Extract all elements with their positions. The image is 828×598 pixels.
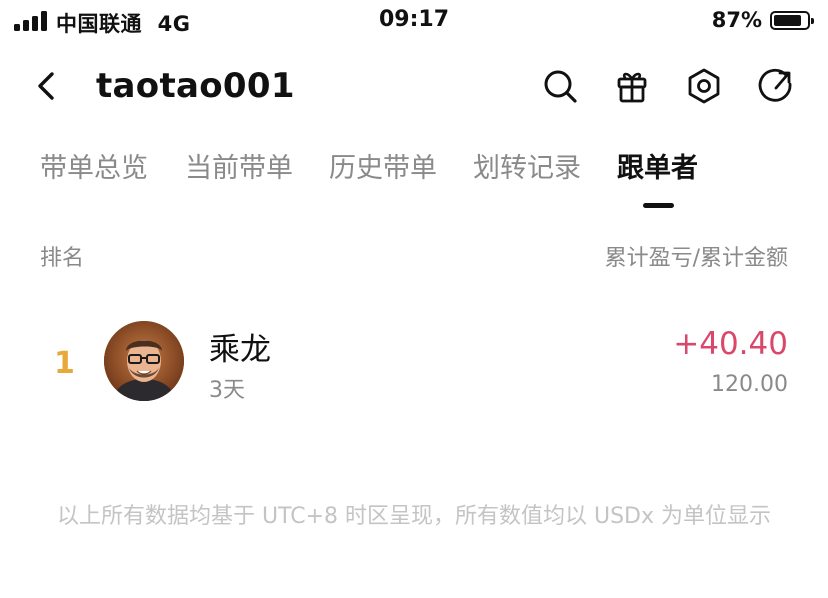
tab-bar: 带单总览 当前带单 历史带单 划转记录 跟单者: [0, 146, 828, 216]
back-arrow-icon: [38, 72, 54, 100]
avatar: [104, 321, 184, 401]
gift-button[interactable]: [612, 66, 652, 106]
follower-row[interactable]: 1 乘龙 3天 +40.40 120.00: [0, 316, 828, 408]
active-tab-indicator: [643, 203, 674, 208]
battery-cap: [811, 18, 814, 24]
page-title: taotao001: [96, 66, 295, 106]
follower-days: 3天: [209, 378, 245, 403]
tab-current-orders[interactable]: 当前带单: [185, 146, 293, 185]
settings-icon: [688, 68, 720, 104]
cumulative-amount: 120.00: [711, 372, 788, 397]
share-icon: [758, 68, 792, 102]
clock: 09:17: [378, 7, 450, 32]
rank-number: 1: [54, 346, 75, 381]
back-button[interactable]: [30, 66, 66, 106]
tab-transfer-records[interactable]: 划转记录: [473, 146, 581, 185]
tab-overview[interactable]: 带单总览: [40, 146, 148, 185]
search-button[interactable]: [540, 66, 580, 106]
tab-followers[interactable]: 跟单者: [617, 146, 698, 185]
battery-fill: [774, 15, 801, 26]
status-bar: 中国联通 4G 09:17 87%: [0, 0, 828, 44]
gift-icon: [617, 72, 647, 103]
avatar-image: [104, 321, 184, 401]
follower-name: 乘龙: [209, 332, 271, 368]
top-bar: taotao001: [0, 58, 828, 118]
share-button[interactable]: [756, 66, 796, 106]
tab-history-orders[interactable]: 历史带单: [329, 146, 437, 185]
battery-percent: 87%: [711, 8, 762, 32]
rank-column-header: 排名: [40, 246, 85, 271]
battery-icon: [770, 11, 814, 30]
settings-button[interactable]: [684, 66, 724, 106]
pnl-column-header: 累计盈亏/累计金额: [604, 246, 788, 271]
search-icon: [544, 70, 577, 103]
timezone-disclaimer: 以上所有数据均基于 UTC+8 时区呈现，所有数值均以 USDx 为单位显示: [56, 504, 772, 529]
cumulative-pnl: +40.40: [673, 326, 788, 362]
